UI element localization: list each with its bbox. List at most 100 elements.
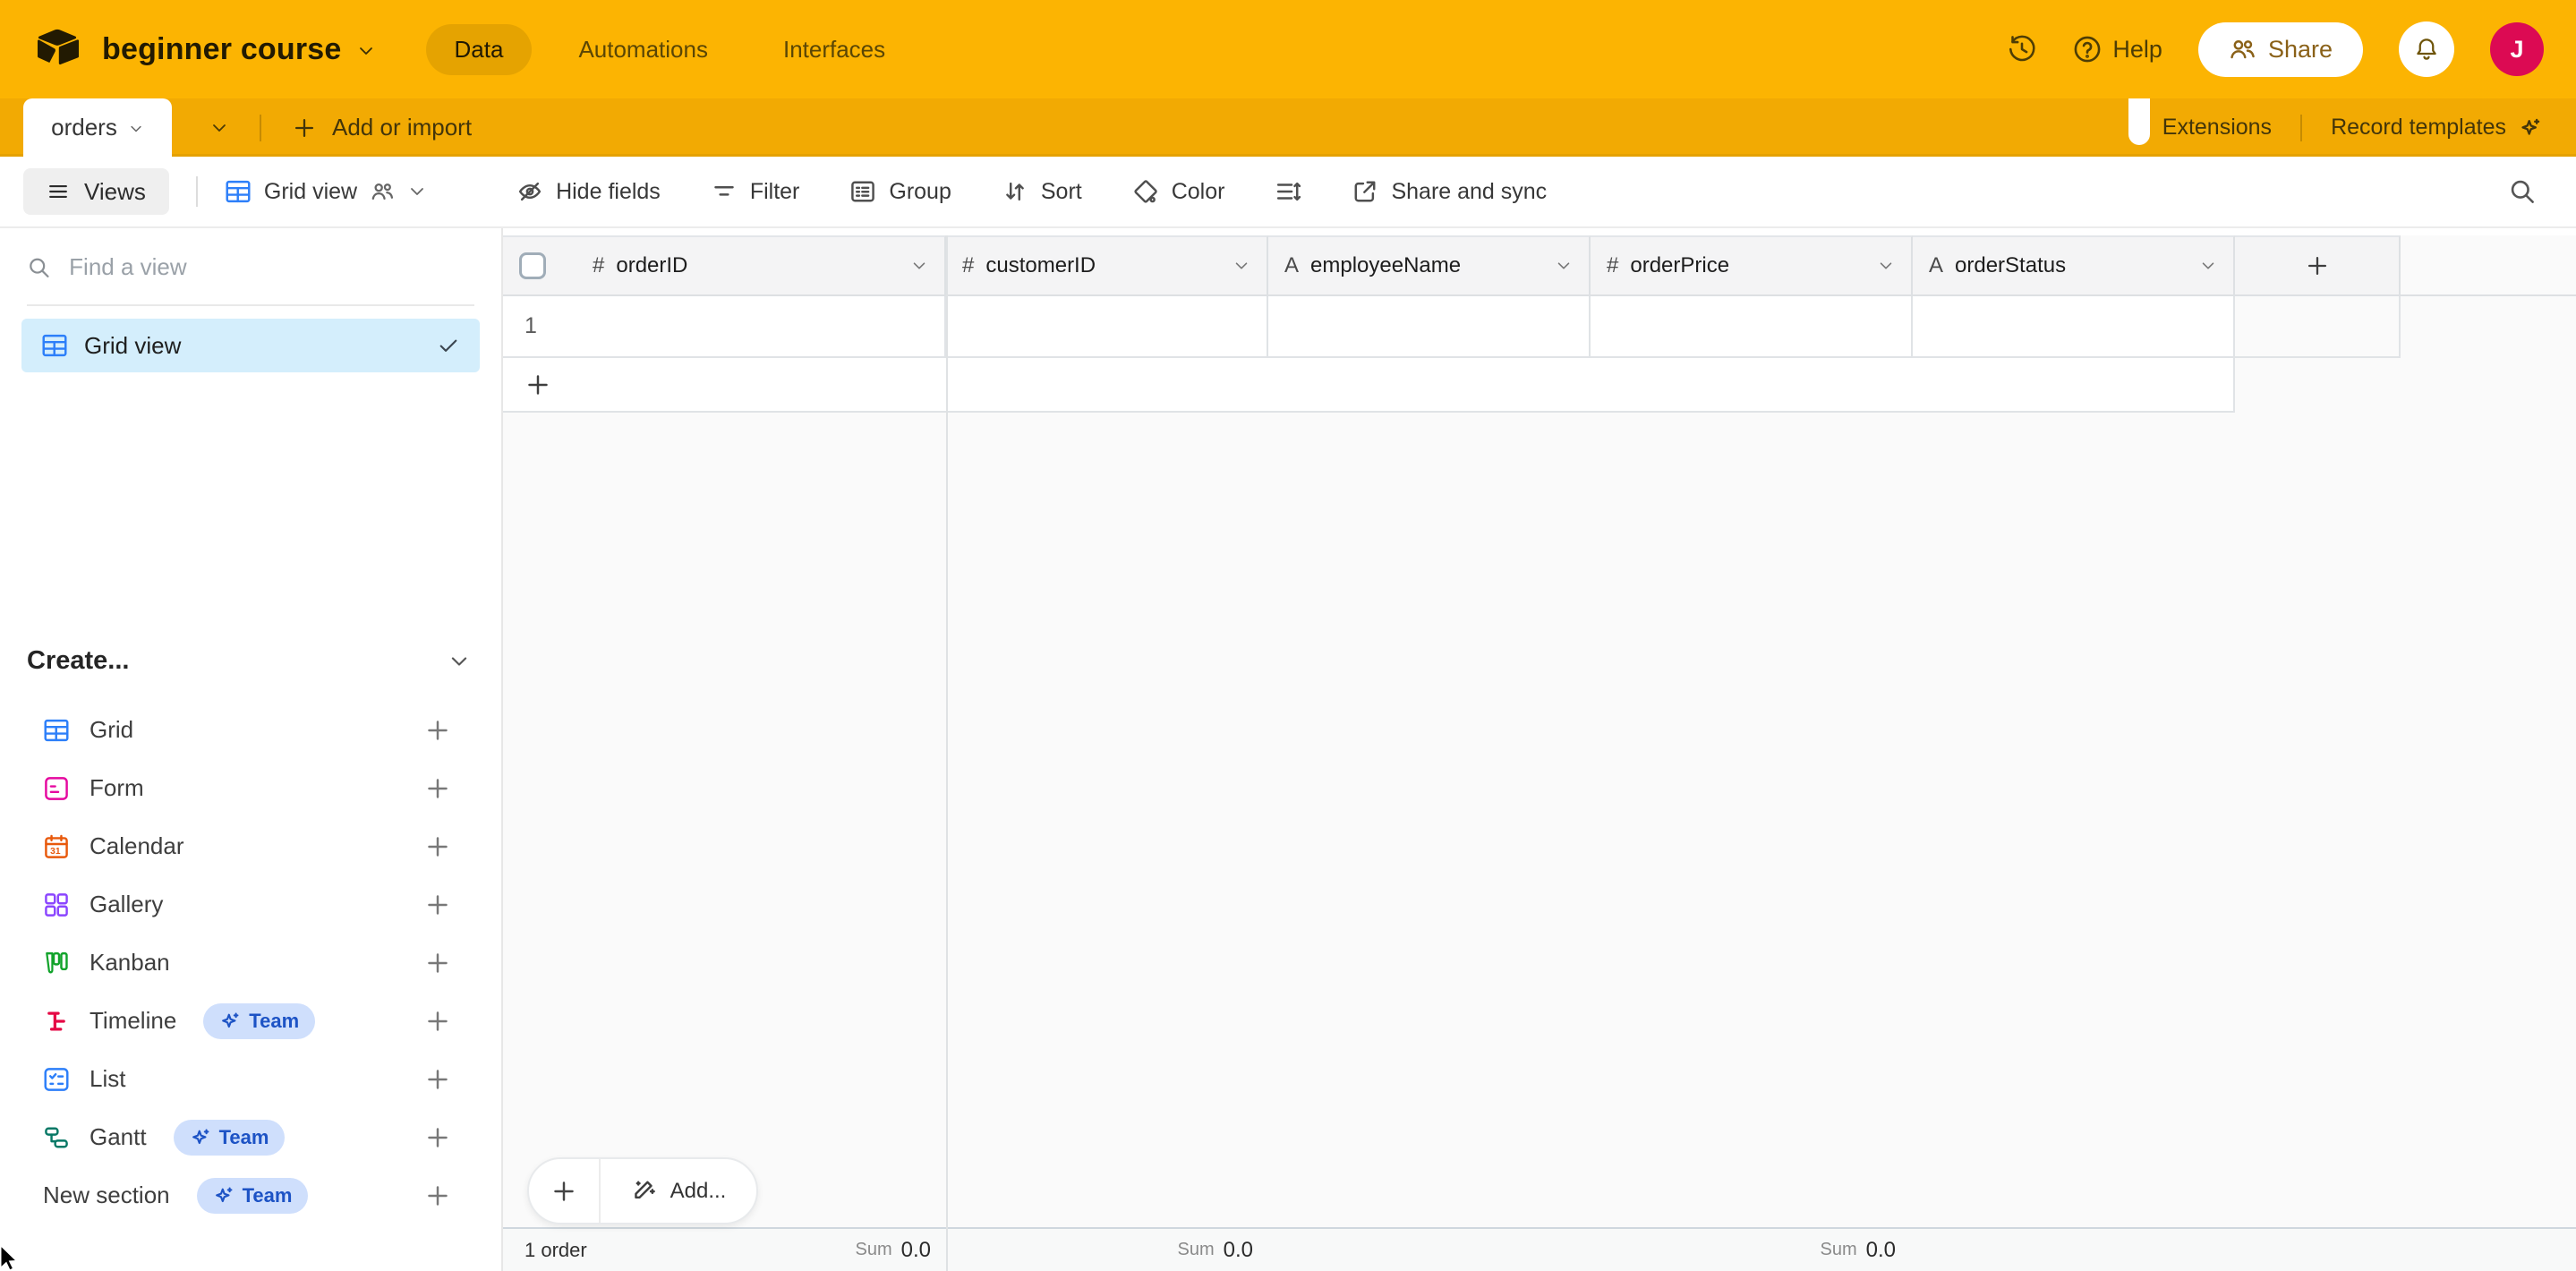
- view-toolbar: Views Grid view Hide fields Filter Group…: [0, 157, 2576, 228]
- column-header-employeeName[interactable]: A employeeName: [1268, 235, 1591, 296]
- plus-icon: [292, 115, 317, 141]
- color-button[interactable]: Color: [1132, 178, 1225, 205]
- sidebar-item-list[interactable]: List: [0, 1050, 501, 1108]
- view-switcher[interactable]: Grid view: [225, 178, 427, 205]
- sidebar-item-kanban[interactable]: Kanban: [0, 934, 501, 992]
- chevron-down-icon: [2199, 257, 2217, 275]
- plus-icon[interactable]: [424, 891, 451, 918]
- number-field-icon: #: [1607, 253, 1618, 278]
- divider: [196, 176, 198, 207]
- grid-view-icon: [41, 332, 68, 359]
- table-list-chevron-icon[interactable]: [209, 118, 229, 138]
- sidebar-item-grid[interactable]: Grid: [0, 701, 501, 759]
- tab-automations[interactable]: Automations: [550, 24, 737, 75]
- plus-icon[interactable]: [424, 950, 451, 977]
- table-tab-label: orders: [51, 114, 117, 141]
- create-section-header[interactable]: Create...: [27, 646, 471, 676]
- sidebar-view-grid-view[interactable]: Grid view: [21, 319, 480, 372]
- plus-icon[interactable]: [424, 1124, 451, 1151]
- tab-interfaces[interactable]: Interfaces: [755, 24, 914, 75]
- base-title[interactable]: beginner course: [102, 32, 342, 67]
- check-icon: [437, 334, 460, 357]
- sparkle-pencil-icon: [631, 1178, 658, 1205]
- views-sidebar: Grid view Create... Grid Form: [0, 228, 503, 1271]
- share-button[interactable]: Share: [2198, 22, 2363, 77]
- tab-data[interactable]: Data: [426, 24, 533, 75]
- views-button[interactable]: Views: [23, 168, 169, 215]
- row-height-icon: [1275, 178, 1301, 205]
- plus-icon[interactable]: [424, 1008, 451, 1035]
- share-and-sync-button[interactable]: Share and sync: [1352, 178, 1547, 205]
- sidebar-item-new-section[interactable]: New section Team: [0, 1166, 501, 1224]
- sidebar-item-form[interactable]: Form: [0, 759, 501, 817]
- bell-icon: [2413, 36, 2440, 63]
- chevron-down-icon[interactable]: [356, 41, 376, 61]
- row-height-button[interactable]: [1275, 178, 1301, 205]
- column-header-orderPrice[interactable]: # orderPrice: [1591, 235, 1913, 296]
- sparkle-icon: [2519, 116, 2542, 140]
- add-record-row-button[interactable]: [503, 358, 2235, 413]
- add-with-ai-button[interactable]: Add...: [601, 1159, 756, 1223]
- select-all-checkbox[interactable]: [519, 252, 546, 279]
- column-header-orderID[interactable]: # orderID: [503, 235, 946, 296]
- row-number-cell[interactable]: 1: [503, 296, 946, 358]
- number-field-icon: #: [593, 253, 604, 278]
- notifications-button[interactable]: [2399, 21, 2454, 77]
- sidebar-item-gantt[interactable]: Gantt Team: [0, 1108, 501, 1166]
- svg-text:31: 31: [50, 847, 61, 857]
- sort-button[interactable]: Sort: [1002, 178, 1082, 205]
- chevron-down-icon[interactable]: [128, 121, 144, 137]
- cell-employeeName[interactable]: [1268, 296, 1591, 358]
- add-field-button[interactable]: [2235, 235, 2401, 296]
- views-label: Views: [84, 178, 146, 206]
- table-row[interactable]: 1: [503, 296, 2576, 358]
- help-button[interactable]: Help: [2073, 35, 2162, 64]
- user-avatar[interactable]: J: [2490, 22, 2544, 76]
- sidebar-item-calendar[interactable]: 31 Calendar: [0, 817, 501, 875]
- history-icon[interactable]: [2007, 34, 2037, 64]
- cell-orderStatus[interactable]: [1913, 296, 2235, 358]
- search-icon: [27, 254, 51, 281]
- search-icon[interactable]: [2508, 177, 2537, 206]
- share-and-sync-label: Share and sync: [1391, 179, 1547, 205]
- find-view-input[interactable]: [69, 253, 474, 281]
- airtable-logo-icon[interactable]: [36, 29, 79, 71]
- filter-label: Filter: [750, 179, 800, 205]
- filter-button[interactable]: Filter: [711, 178, 800, 205]
- frozen-column-separator: [946, 235, 948, 1271]
- create-view-list: Grid Form 31 Calendar Gallery: [0, 701, 501, 1224]
- hide-fields-button[interactable]: Hide fields: [516, 178, 661, 205]
- cell-customerID[interactable]: [946, 296, 1268, 358]
- record-templates-button[interactable]: Record templates: [2331, 115, 2542, 141]
- column-header-customerID[interactable]: # customerID: [946, 235, 1268, 296]
- sidebar-item-gallery[interactable]: Gallery: [0, 875, 501, 934]
- plus-icon[interactable]: [424, 775, 451, 802]
- sidebar-item-timeline[interactable]: Timeline Team: [0, 992, 501, 1050]
- tabbar-right: Extensions Record templates: [2162, 115, 2542, 141]
- plus-icon: [550, 1178, 577, 1205]
- divider: [27, 304, 474, 306]
- divider: [260, 115, 261, 141]
- cell-orderPrice[interactable]: [1591, 296, 1913, 358]
- extensions-button[interactable]: Extensions: [2162, 115, 2272, 141]
- plus-icon[interactable]: [424, 833, 451, 860]
- grid-view: # orderID # customerID A employeeName # …: [503, 228, 2576, 1271]
- form-icon: [43, 775, 70, 802]
- text-field-icon: A: [1929, 253, 1943, 278]
- current-view-label: Grid view: [264, 179, 357, 205]
- plus-column-cell: [2235, 296, 2401, 358]
- add-record-button[interactable]: [529, 1159, 601, 1223]
- find-view-search[interactable]: [27, 253, 474, 281]
- table-tab-orders[interactable]: orders: [23, 98, 172, 157]
- sparkle-icon: [190, 1127, 211, 1148]
- view-name: Grid view: [84, 332, 421, 360]
- plus-icon[interactable]: [424, 1066, 451, 1093]
- group-button[interactable]: Group: [849, 178, 951, 205]
- add-or-import-button[interactable]: Add or import: [292, 114, 472, 141]
- plus-icon[interactable]: [424, 1182, 451, 1209]
- summary-orderPrice[interactable]: Sum 0.0: [503, 1229, 1896, 1271]
- column-header-orderStatus[interactable]: A orderStatus: [1913, 235, 2235, 296]
- eye-slash-icon: [516, 178, 543, 205]
- plus-icon[interactable]: [424, 717, 451, 744]
- filter-icon: [711, 178, 738, 205]
